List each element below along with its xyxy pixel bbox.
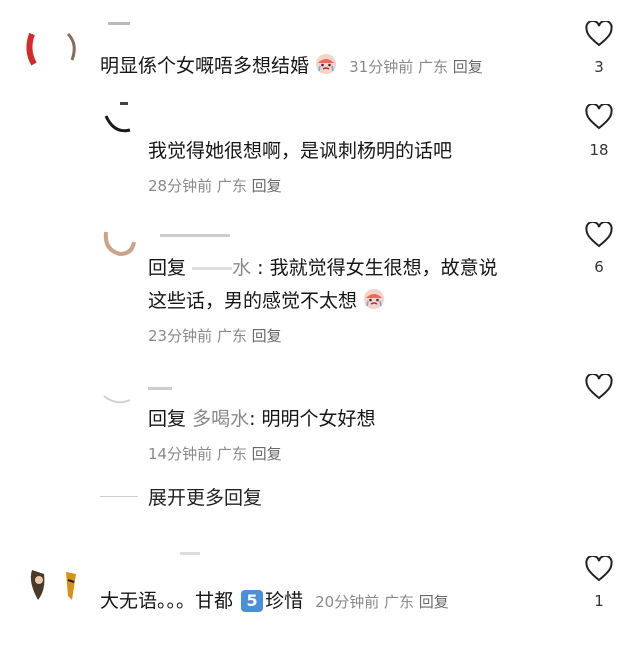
expand-divider — [100, 496, 138, 497]
avatar[interactable] — [100, 98, 140, 138]
comment-meta: 20分钟前 广东 回复 — [315, 593, 449, 611]
avatar[interactable] — [22, 20, 80, 70]
reply-time: 28分钟前 — [148, 177, 213, 195]
reply-button[interactable]: 回复 — [419, 593, 449, 611]
like-heart-icon[interactable] — [585, 220, 613, 248]
like-heart-icon[interactable] — [585, 19, 613, 47]
comment-time: 31分钟前 — [349, 58, 414, 76]
comment-body-end: 珍惜 — [265, 590, 304, 612]
reply-target-user[interactable]: 多喝水 — [192, 408, 249, 430]
username-blurred[interactable] — [180, 548, 210, 558]
reply-meta: 23分钟前 广东 回复 — [148, 325, 282, 346]
comment-body-start: 大无语。。。甘都 — [100, 590, 234, 612]
comment-location: 广东 — [417, 58, 448, 76]
reply-prefix: 回复 — [148, 257, 187, 279]
avatar[interactable] — [100, 378, 140, 408]
like-heart-icon[interactable] — [585, 372, 613, 400]
reply-text: 我觉得她很想啊，是讽刺杨明的话吧 — [148, 140, 453, 162]
reply-body-line1: : 我就觉得女生很想，故意说 — [257, 257, 498, 279]
comment-time: 20分钟前 — [315, 593, 380, 611]
username-blurred[interactable] — [160, 230, 250, 240]
reply-target-user[interactable]: 水 — [192, 257, 257, 279]
reply-text: 回复 水 : 我就觉得女生很想，故意说 — [148, 254, 498, 282]
reply-prefix: 回复 — [148, 408, 187, 430]
keycap-number-badge: 5 — [241, 590, 264, 612]
like-count: 6 — [594, 258, 604, 276]
reply-time: 23分钟前 — [148, 327, 213, 345]
reply-body: : 明明个女好想 — [249, 408, 376, 430]
comment-body: 明显係个女嘅唔多想结婚 — [100, 55, 310, 77]
reply-body-line2: 这些话，男的感觉不太想 — [148, 290, 358, 312]
like-heart-icon[interactable] — [585, 102, 613, 130]
like-heart-icon[interactable] — [585, 554, 613, 582]
avatar[interactable] — [26, 560, 84, 604]
comment-text: 明显係个女嘅唔多想结婚 31分钟前 广东 回复 — [100, 52, 483, 81]
like-count: 18 — [589, 141, 609, 159]
like-count: 1 — [594, 592, 604, 610]
reply-location: 广东 — [216, 445, 247, 463]
reply-text: 回复 多喝水: 明明个女好想 — [148, 405, 376, 433]
comment-text: 大无语。。。甘都 5 珍惜 20分钟前 广东 回复 — [100, 587, 449, 616]
comment-location: 广东 — [384, 593, 415, 611]
reply-location: 广东 — [216, 177, 247, 195]
like-count: 3 — [594, 58, 604, 76]
crying-face-emoji-icon — [363, 288, 385, 310]
reply-text-line2: 这些话，男的感觉不太想 — [148, 287, 385, 315]
reply-button[interactable]: 回复 — [252, 445, 282, 463]
username-blurred[interactable] — [108, 18, 138, 28]
avatar[interactable] — [100, 224, 140, 260]
username-blurred[interactable] — [148, 383, 238, 393]
reply-meta: 14分钟前 广东 回复 — [148, 443, 282, 464]
reply-button[interactable]: 回复 — [252, 327, 282, 345]
reply-time: 14分钟前 — [148, 445, 213, 463]
reply-button[interactable]: 回复 — [252, 177, 282, 195]
reply-meta: 28分钟前 广东 回复 — [148, 175, 282, 196]
reply-button[interactable]: 回复 — [453, 58, 483, 76]
crying-face-emoji-icon — [315, 53, 337, 75]
comment-meta: 31分钟前 广东 回复 — [349, 58, 483, 76]
reply-location: 广东 — [216, 327, 247, 345]
expand-more-replies-button[interactable]: 展开更多回复 — [148, 483, 262, 510]
